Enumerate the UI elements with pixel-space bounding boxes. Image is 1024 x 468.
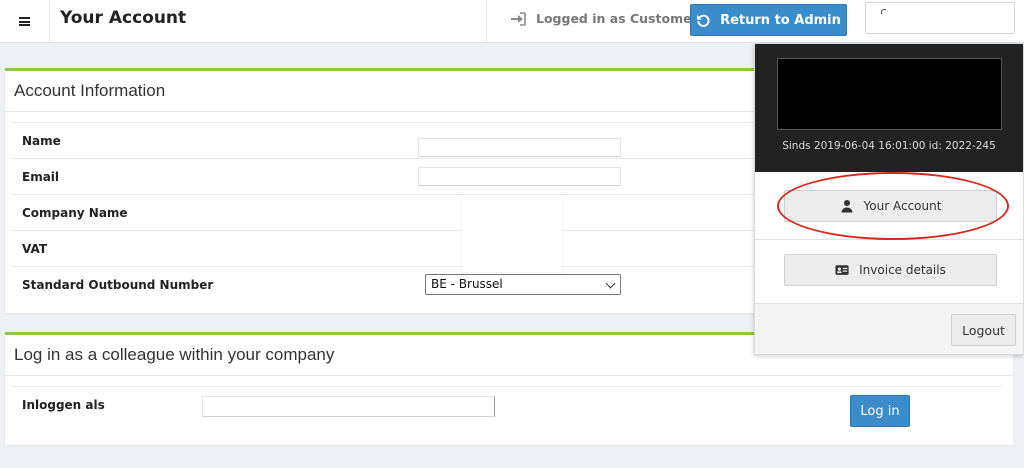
chevron-down-icon — [605, 278, 616, 289]
outbound-number-value: BE - Brussel — [431, 277, 503, 291]
panel-divider — [5, 375, 1013, 376]
page-title: Your Account — [60, 8, 187, 28]
invoice-details-button[interactable]: Invoice details — [784, 254, 997, 286]
redacted-block — [462, 196, 562, 272]
sign-in-icon — [511, 11, 526, 26]
member-since-text: Sinds 2019-06-04 16:01:00 id: 2022-245 — [782, 140, 996, 152]
inloggen-label: Inloggen als — [22, 398, 105, 412]
user-icon — [841, 200, 853, 213]
top-bar: Your Account Logged in as Customer Retur… — [0, 0, 1024, 43]
hamburger-icon — [19, 17, 30, 26]
user-dropdown-menu: Sinds 2019-06-04 16:01:00 id: 2022-245 Y… — [754, 43, 1024, 355]
colleague-login-input[interactable] — [202, 396, 495, 417]
return-to-admin-label: Return to Admin — [720, 12, 841, 28]
company-name-label: Company Name — [22, 206, 128, 220]
outbound-number-label: Standard Outbound Number — [22, 278, 214, 292]
topbar-divider — [486, 0, 487, 43]
name-field[interactable] — [418, 138, 621, 157]
colleague-login-title: Log in as a colleague within your compan… — [14, 345, 335, 364]
id-card-icon — [835, 265, 849, 275]
user-profile-header: Sinds 2019-06-04 16:01:00 id: 2022-245 — [755, 44, 1023, 172]
return-to-admin-button[interactable]: Return to Admin — [690, 4, 847, 36]
account-information-title: Account Information — [14, 81, 166, 100]
menu-separator — [755, 239, 1023, 240]
your-account-button[interactable]: Your Account — [784, 190, 997, 222]
redacted-user-info — [777, 58, 1002, 130]
logged-in-status: Logged in as Customer — [510, 11, 698, 26]
vat-label: VAT — [22, 242, 48, 256]
logged-in-text: Logged in as Customer — [536, 11, 698, 26]
dropdown-footer: Logout — [755, 303, 1023, 354]
outbound-number-select[interactable]: BE - Brussel — [425, 274, 621, 295]
user-menu-toggle[interactable] — [865, 2, 1015, 34]
undo-icon — [697, 14, 710, 27]
log-in-button[interactable]: Log in — [850, 395, 910, 427]
invoice-details-label: Invoice details — [859, 263, 946, 277]
menu-toggle-button[interactable] — [0, 0, 50, 43]
logout-button[interactable]: Logout — [951, 314, 1016, 346]
email-field[interactable] — [418, 167, 621, 186]
name-label: Name — [22, 134, 61, 148]
email-label: Email — [22, 170, 60, 184]
your-account-label: Your Account — [863, 199, 942, 213]
